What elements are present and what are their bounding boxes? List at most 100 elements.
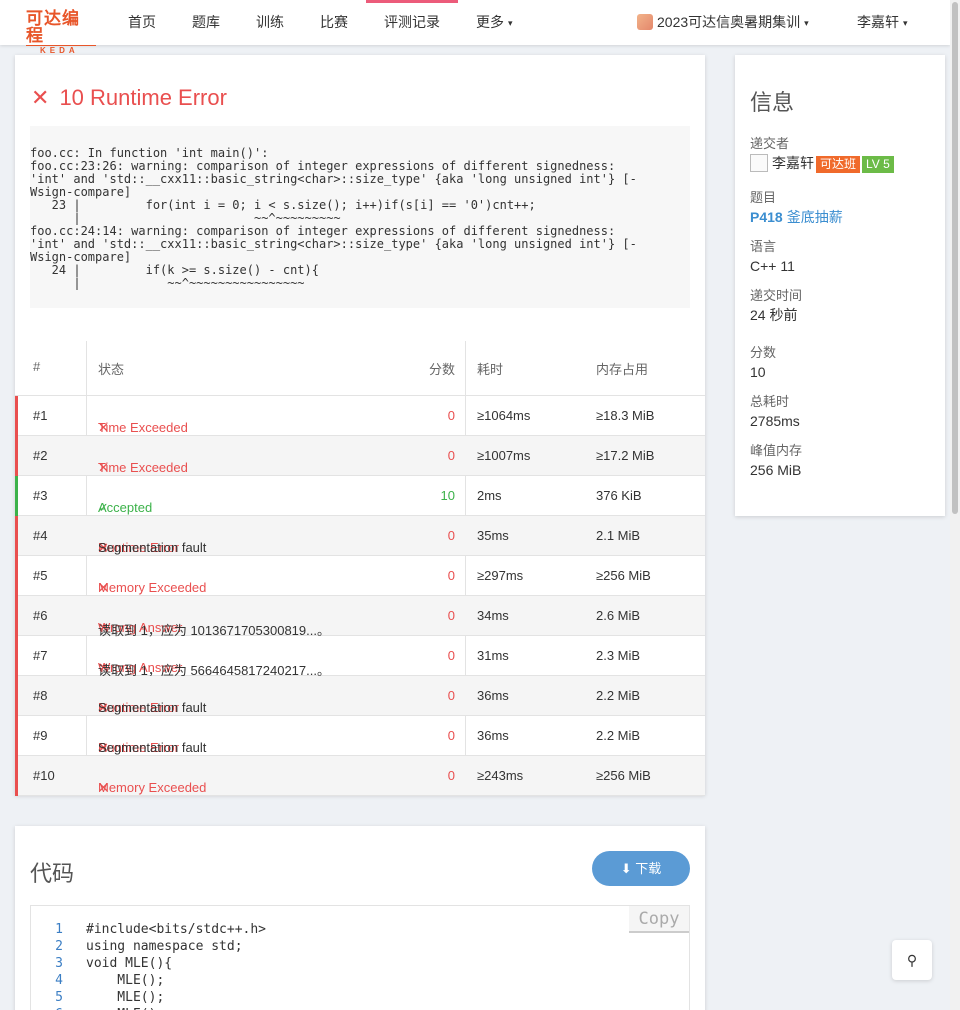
case-memory: ≥17.2 MiB xyxy=(596,448,655,463)
case-id: #3 xyxy=(33,488,48,503)
table-row: #10 ✕ Memory Exceeded 0 ≥243ms ≥256 MiB xyxy=(15,756,705,796)
table-row: #6 ✕ Wrong Answer 读取到 1，应为 10136717053008… xyxy=(15,596,705,638)
download-label: 下载 xyxy=(635,861,662,876)
close-icon: ✕ xyxy=(31,85,50,110)
header-status: 状态 xyxy=(98,362,125,377)
status-title: ✕ 10 Runtime Error xyxy=(31,85,227,111)
nav-home[interactable]: 首页 xyxy=(110,0,174,45)
user-menu[interactable]: 李嘉轩 ▾ xyxy=(857,0,908,45)
table-row: #7 ✕ Wrong Answer 读取到 1，应为 56646458172402… xyxy=(15,636,705,678)
case-time: 31ms xyxy=(477,648,509,663)
status-bar xyxy=(15,636,18,676)
line-number: 1 xyxy=(55,922,63,937)
case-score: 0 xyxy=(447,608,455,623)
nav-records[interactable]: 评测记录 xyxy=(366,0,458,45)
header-id: # xyxy=(33,359,41,374)
problem-label: 题目 xyxy=(750,190,777,205)
code-text: void MLE(){ xyxy=(86,956,173,971)
nav-training[interactable]: 训练 xyxy=(238,0,302,45)
nav-problems[interactable]: 题库 xyxy=(174,0,238,45)
logo[interactable]: 可达编程 KEDA xyxy=(26,10,96,55)
case-time: 35ms xyxy=(477,528,509,543)
case-id: #4 xyxy=(33,528,48,543)
status-bar xyxy=(15,516,18,556)
case-memory: 2.1 MiB xyxy=(596,528,641,543)
code-text: MLE(); xyxy=(86,973,165,988)
info-title: 信息 xyxy=(750,90,795,115)
search-button[interactable]: ⚲ xyxy=(892,940,932,980)
code-line: 3 void MLE(){ xyxy=(31,955,689,972)
case-time: 36ms xyxy=(477,728,509,743)
status-bar xyxy=(15,596,18,636)
case-id: #1 xyxy=(33,408,48,423)
case-time: 34ms xyxy=(477,608,509,623)
status-bar xyxy=(15,756,18,796)
score-label: 分数 xyxy=(750,345,777,360)
avatar[interactable] xyxy=(750,154,768,172)
code-line: 1 #include<bits/stdc++.h> xyxy=(31,921,689,938)
submitter-label: 递交者 xyxy=(750,136,790,151)
case-id: #5 xyxy=(33,568,48,583)
nav-contests[interactable]: 比赛 xyxy=(302,0,366,45)
line-number: 6 xyxy=(31,1006,63,1010)
scrollbar-thumb[interactable] xyxy=(952,2,958,514)
case-detail: Segmentation fault xyxy=(98,740,207,755)
case-memory: ≥256 MiB xyxy=(596,768,651,783)
camp-icon xyxy=(637,14,653,30)
logo-subtext: KEDA xyxy=(26,45,96,55)
info-language: 语言 C++ 11 xyxy=(750,238,795,276)
case-status-text: Memory Exceeded xyxy=(98,580,207,595)
case-id: #2 xyxy=(33,448,48,463)
chevron-down-icon: ▾ xyxy=(903,18,908,28)
status-bar xyxy=(15,676,18,716)
case-score: 10 xyxy=(440,488,455,503)
download-icon: ⬇ xyxy=(620,861,636,876)
main-nav: 首页 题库 训练 比赛 评测记录 更多 ▾ xyxy=(110,0,531,45)
camp-label: 2023可达信奥暑期集训 xyxy=(657,14,801,30)
code-line: 6 MLE(); xyxy=(31,1006,689,1010)
code-text: #include<bits/stdc++.h> xyxy=(86,922,267,937)
code-line: 2 using namespace std; xyxy=(31,938,689,955)
nav-more[interactable]: 更多 ▾ xyxy=(458,0,531,45)
case-memory: 2.6 MiB xyxy=(596,608,641,623)
case-time: ≥1064ms xyxy=(477,408,531,423)
submit-time-value: 24 秒前 xyxy=(750,307,798,323)
camp-selector[interactable]: 2023可达信奥暑期集训 ▾ xyxy=(637,0,809,45)
case-score: 0 xyxy=(447,568,455,583)
status-bar xyxy=(15,396,18,436)
submitter-name[interactable]: 李嘉轩 xyxy=(772,155,814,171)
case-memory: ≥256 MiB xyxy=(596,568,651,583)
case-time: 2ms xyxy=(477,488,502,503)
problem-name-link[interactable]: 釜底抽薪 xyxy=(787,209,843,225)
status-text: 10 Runtime Error xyxy=(59,85,227,110)
line-number: 5 xyxy=(55,990,63,1005)
total-time-label: 总耗时 xyxy=(750,394,790,409)
chevron-down-icon: ▾ xyxy=(508,18,513,28)
case-id: #8 xyxy=(33,688,48,703)
problem-id-link[interactable]: P418 xyxy=(750,209,783,225)
peak-memory-label: 峰值内存 xyxy=(750,443,803,458)
code-line: 4 MLE(); xyxy=(31,972,689,989)
case-status-text: Time Exceeded xyxy=(98,460,188,475)
case-score: 0 xyxy=(447,448,455,463)
status-bar xyxy=(15,436,18,476)
info-submit-time: 递交时间 24 秒前 xyxy=(750,287,802,325)
search-icon: ⚲ xyxy=(906,952,918,968)
code-viewer[interactable]: Copy 1 #include<bits/stdc++.h> 2 using name… xyxy=(30,905,690,1010)
compile-output: foo.cc: In function 'int main()': foo.cc… xyxy=(30,126,690,308)
submit-time-label: 递交时间 xyxy=(750,288,803,303)
table-row: #9 ✕ Runtime Error Segmentation fault 0 36m… xyxy=(15,716,705,756)
case-memory: 376 KiB xyxy=(596,488,642,503)
download-button[interactable]: ⬇ 下载 xyxy=(592,851,690,886)
case-time: ≥1007ms xyxy=(477,448,531,463)
status-bar xyxy=(15,716,18,756)
info-submitter: 递交者 李嘉轩 可达班 LV 5 xyxy=(750,135,894,173)
case-score: 0 xyxy=(447,768,455,783)
info-problem: 题目 P418 釜底抽薪 xyxy=(750,189,843,227)
case-status-text: Time Exceeded xyxy=(98,420,188,435)
page-scrollbar[interactable] xyxy=(950,0,960,1010)
header-memory: 内存占用 xyxy=(596,362,649,377)
case-memory: 2.3 MiB xyxy=(596,648,641,663)
level-badge: LV 5 xyxy=(862,156,894,173)
language-label: 语言 xyxy=(750,239,777,254)
